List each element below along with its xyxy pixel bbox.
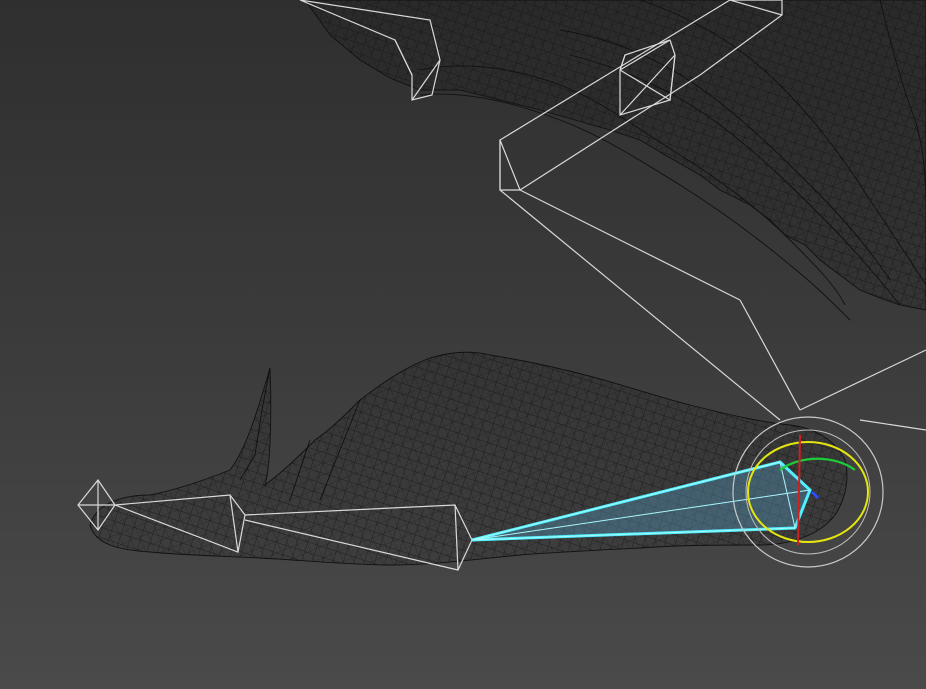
wireframe-scene[interactable] bbox=[0, 0, 926, 689]
upper-foot-mesh[interactable] bbox=[304, 0, 926, 321]
3d-viewport[interactable] bbox=[0, 0, 926, 689]
